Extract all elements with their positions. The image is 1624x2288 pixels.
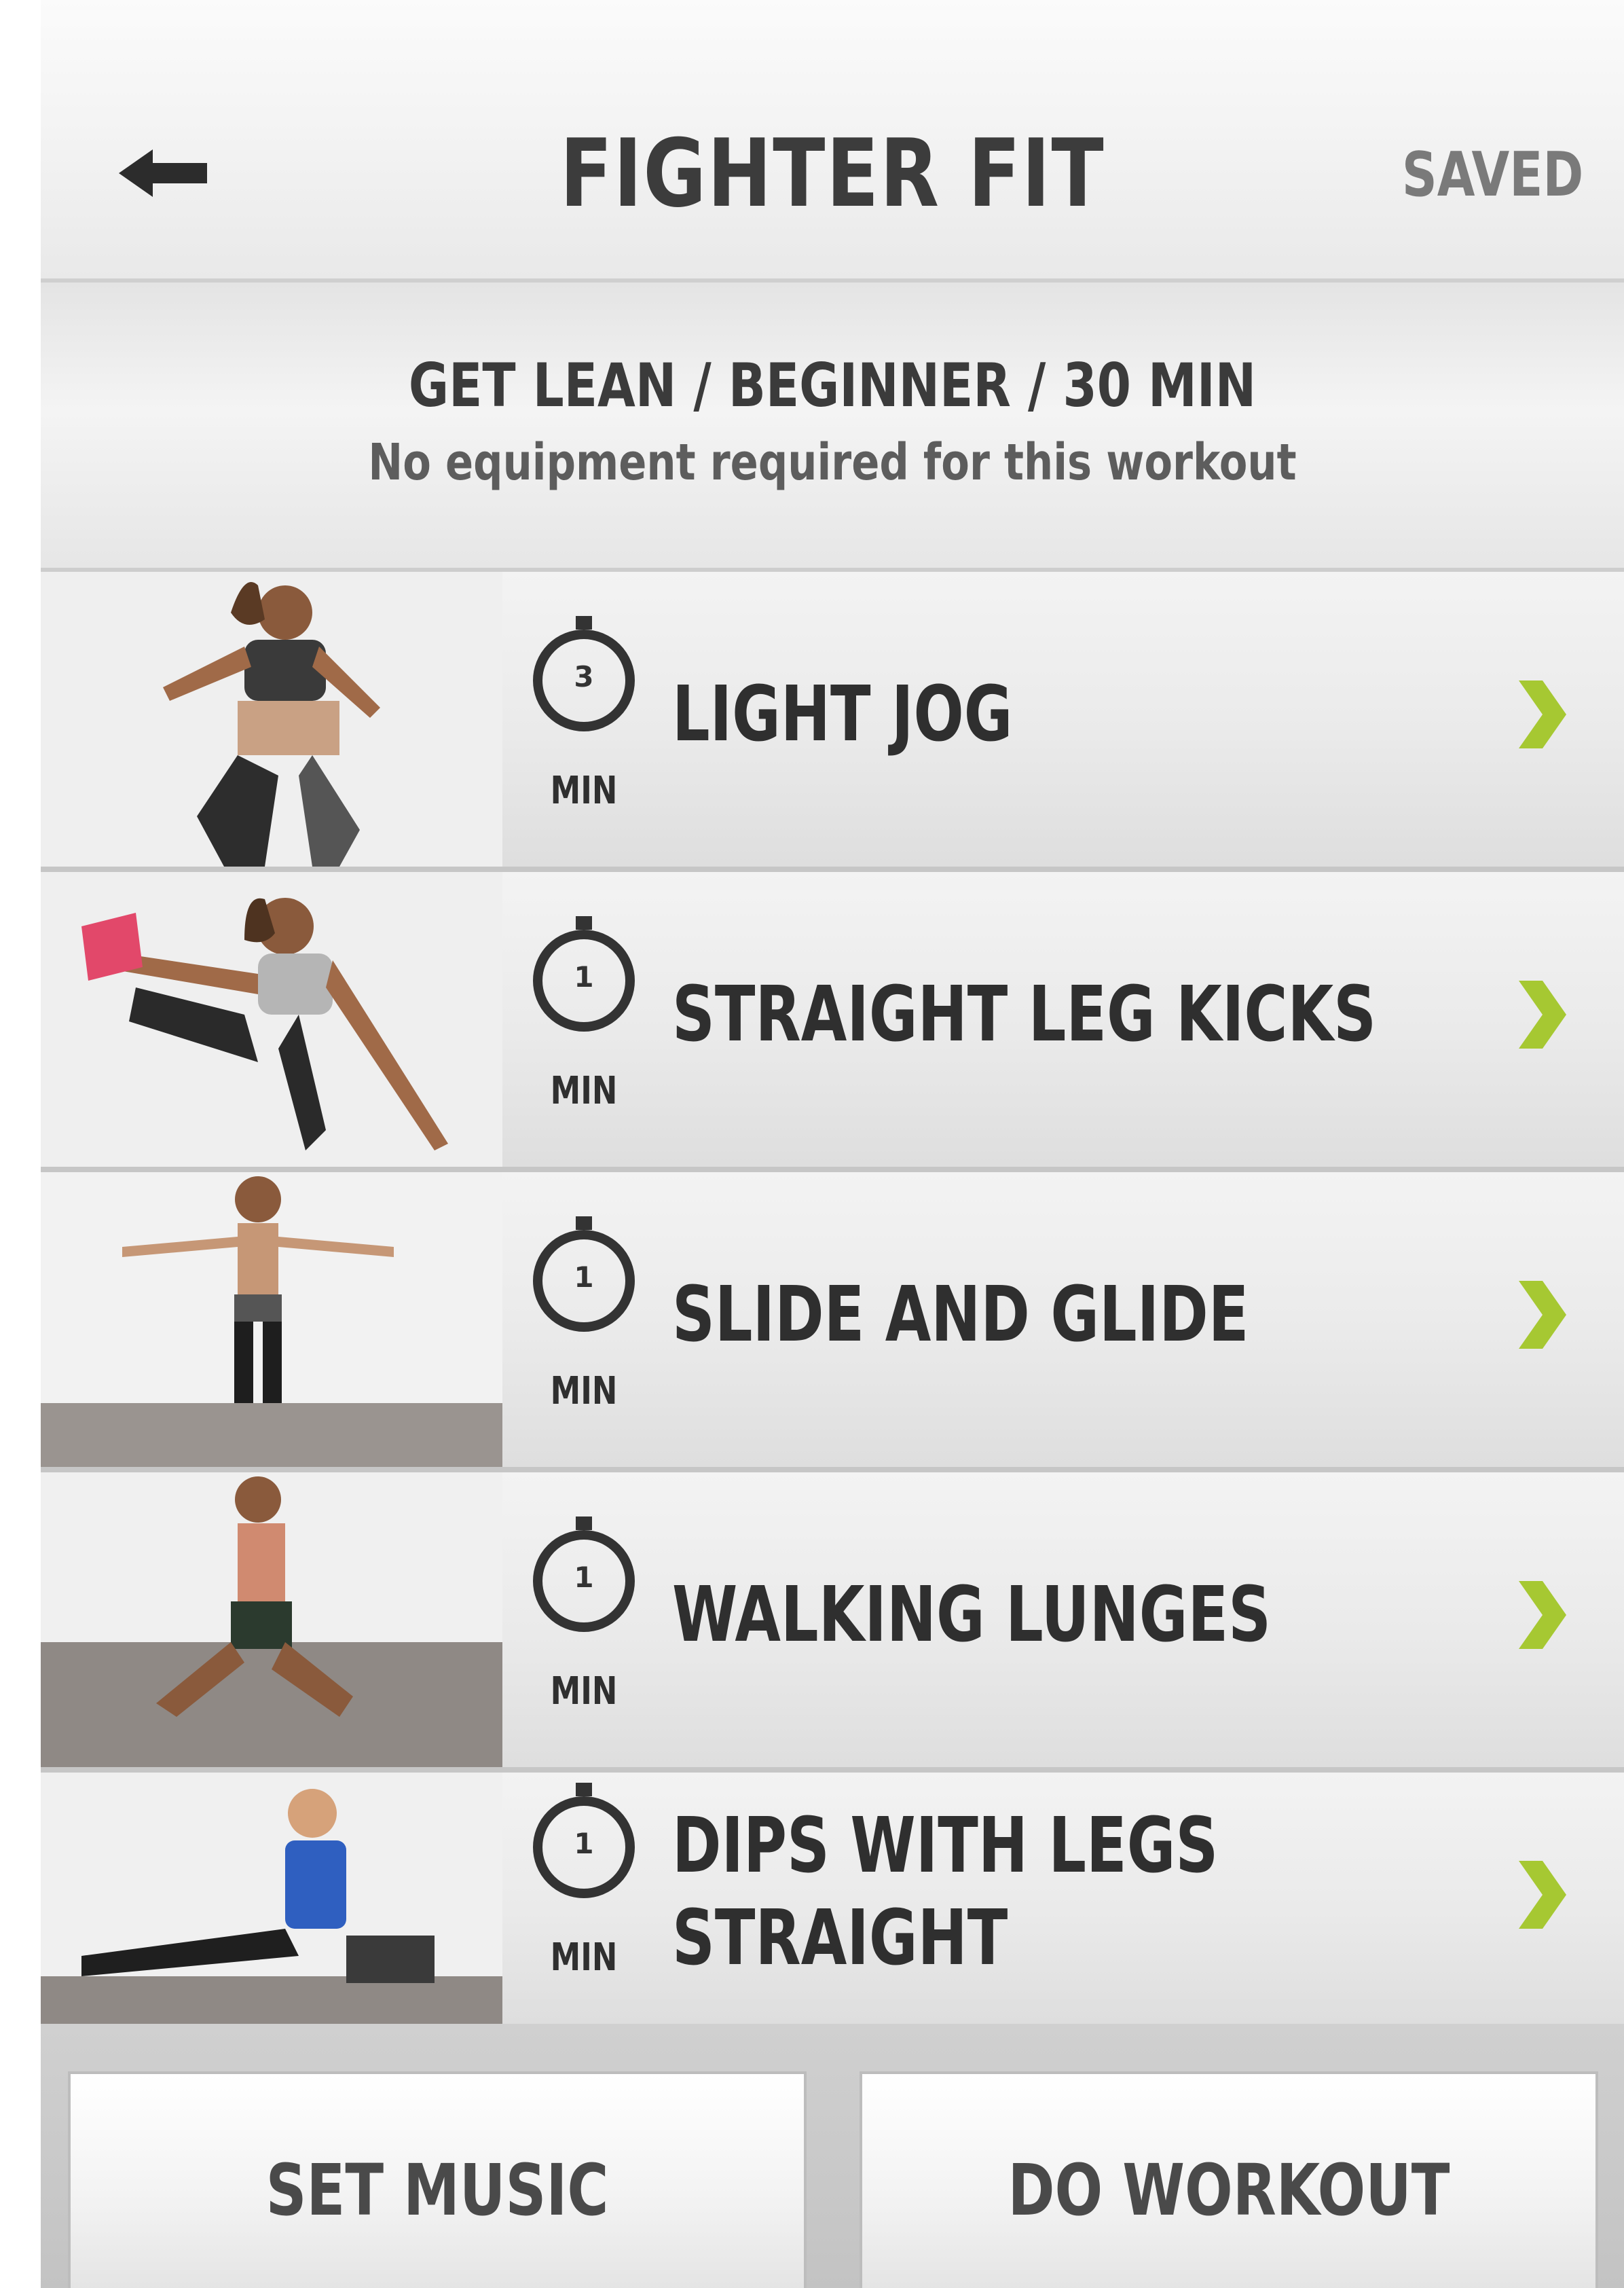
exercise-timer: 1 MIN (516, 1213, 652, 1444)
chevron-right-icon (1519, 680, 1566, 748)
exercise-name: LIGHT JOG (672, 670, 1013, 759)
exercise-timer: 1 MIN (516, 1513, 652, 1744)
exercise-photo (41, 572, 502, 867)
do-workout-label: DO WORKOUT (1008, 2149, 1450, 2232)
nav-header: FIGHTER FIT SAVED (41, 0, 1624, 283)
exercise-minutes: 3 (574, 660, 594, 693)
exercise-timer: 1 MIN (516, 913, 652, 1144)
exercise-photo (41, 1472, 502, 1767)
app-screen: FIGHTER FIT SAVED GET LEAN / BEGINNER / … (41, 0, 1624, 2288)
exercise-minutes: 1 (574, 1827, 594, 1860)
page-title: FIGHTER FIT (559, 119, 1105, 228)
exercise-row[interactable]: 1 MIN SLIDE AND GLIDE (41, 1172, 1624, 1472)
chevron-right-icon (1519, 1861, 1566, 1929)
do-workout-button[interactable]: DO WORKOUT (860, 2071, 1598, 2288)
exercise-row[interactable]: 1 MIN WALKING LUNGES (41, 1472, 1624, 1773)
exercise-name: WALKING LUNGES (672, 1571, 1272, 1659)
exercise-minutes-unit: MIN (550, 769, 618, 813)
exercise-name: SLIDE AND GLIDE (672, 1271, 1249, 1359)
exercise-name: STRAIGHT LEG KICKS (672, 970, 1377, 1059)
exercise-photo (41, 1773, 502, 2024)
exercise-row[interactable]: 1 MIN DIPS WITH LEGS STRAIGHT (41, 1773, 1624, 2024)
exercise-row[interactable]: 1 MIN STRAIGHT LEG KICKS (41, 872, 1624, 1172)
chevron-right-icon (1519, 1581, 1566, 1649)
exercise-row[interactable]: 3 MIN LIGHT JOG (41, 572, 1624, 872)
exercise-minutes: 1 (574, 960, 594, 994)
exercise-minutes: 1 (574, 1561, 594, 1594)
bottom-action-bar: SET MUSIC DO WORKOUT (41, 2024, 1624, 2288)
exercise-timer: 3 MIN (516, 613, 652, 843)
exercise-minutes-unit: MIN (550, 1936, 618, 1980)
exercise-list: 3 MIN LIGHT JOG 1 MIN STRAIGHT LEG KICKS… (41, 572, 1624, 2024)
exercise-minutes-unit: MIN (550, 1369, 618, 1413)
exercise-photo (41, 872, 502, 1167)
workout-equipment-note: No equipment required for this workout (368, 433, 1297, 492)
saved-button[interactable]: SAVED (1402, 139, 1583, 211)
set-music-label: SET MUSIC (265, 2149, 609, 2232)
exercise-minutes-unit: MIN (550, 1069, 618, 1113)
workout-summary: GET LEAN / BEGINNER / 30 MIN No equipmen… (41, 283, 1624, 572)
exercise-timer: 1 MIN (516, 1779, 652, 2010)
workout-summary-title: GET LEAN / BEGINNER / 30 MIN (408, 350, 1257, 420)
set-music-button[interactable]: SET MUSIC (68, 2071, 807, 2288)
exercise-minutes-unit: MIN (550, 1669, 618, 1713)
chevron-right-icon (1519, 981, 1566, 1049)
exercise-photo (41, 1172, 502, 1467)
chevron-right-icon (1519, 1281, 1566, 1349)
exercise-name: DIPS WITH LEGS STRAIGHT (672, 1802, 1219, 1982)
exercise-minutes: 1 (574, 1260, 594, 1294)
